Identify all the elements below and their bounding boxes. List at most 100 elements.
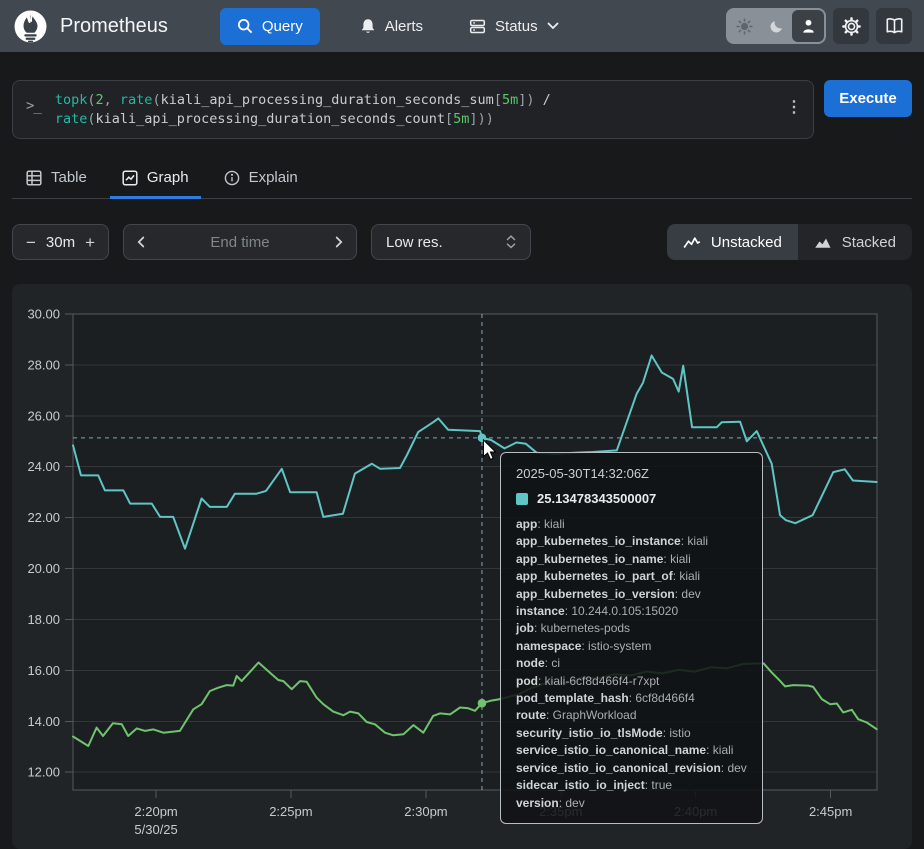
- query-token: rate: [120, 92, 153, 108]
- resolution-select[interactable]: Low res.: [371, 224, 531, 260]
- tooltip-value: 25.13478343500007: [537, 491, 656, 506]
- query-token: 5m: [453, 111, 469, 127]
- tooltip-label-row: pod_template_hash: 6cf8d466f4: [516, 690, 747, 707]
- query-token: [: [445, 111, 453, 127]
- theme-light-button[interactable]: [728, 10, 760, 42]
- query-expression-text: topk(2, rate(kiali_api_processing_durati…: [45, 81, 581, 138]
- query-token: rate: [55, 111, 88, 127]
- x-tick-label: 2:30pm: [404, 804, 447, 819]
- table-icon: [26, 170, 42, 186]
- y-tick-label: 16.00: [27, 663, 60, 678]
- end-time-forward-button[interactable]: [335, 236, 343, 248]
- theme-toggle-group: [726, 8, 826, 44]
- tooltip-timestamp: 2025-05-30T14:32:06Z: [516, 466, 747, 481]
- y-tick-label: 22.00: [27, 510, 60, 525]
- query-token: 5m: [502, 92, 518, 108]
- sun-icon: [736, 18, 753, 35]
- x-date-label: 5/30/25: [134, 822, 177, 837]
- query-token: topk: [55, 92, 88, 108]
- range-value[interactable]: 30m: [46, 234, 75, 251]
- tooltip-label-row: version: dev: [516, 795, 747, 812]
- x-tick-label: 2:25pm: [269, 804, 312, 819]
- range-decrease-button[interactable]: −: [26, 234, 36, 251]
- time-series-chart[interactable]: 30.0028.0026.0024.0022.0020.0018.0016.00…: [12, 284, 912, 849]
- graph-controls: − 30m + End time Low res.: [12, 224, 912, 260]
- tooltip-label-row: service_istio_io_canonical_name: kiali: [516, 742, 747, 759]
- nav-query-button[interactable]: Query: [220, 8, 320, 45]
- query-token: 2: [96, 92, 104, 108]
- person-icon: [801, 18, 816, 34]
- tooltip-label-row: job: kubernetes-pods: [516, 620, 747, 637]
- query-token: kiali_api_processing_duration_seconds_su…: [161, 92, 494, 108]
- select-chevrons-icon: [506, 235, 516, 249]
- chevron-left-icon: [137, 236, 145, 248]
- query-token: ): [526, 92, 542, 108]
- moon-icon: [769, 19, 784, 34]
- tab-table-label: Table: [51, 169, 87, 186]
- range-increase-button[interactable]: +: [85, 234, 95, 251]
- tab-explain[interactable]: Explain: [212, 161, 310, 198]
- query-token: ,: [104, 92, 120, 108]
- prometheus-logo-icon: [14, 10, 47, 43]
- y-tick-label: 28.00: [27, 357, 60, 372]
- y-tick-label: 24.00: [27, 459, 60, 474]
- tooltip-labels: app: kialiapp_kubernetes_io_instance: ki…: [516, 516, 747, 812]
- x-tick-label: 2:20pm: [134, 804, 177, 819]
- tooltip-label-row: sidecar_istio_io_inject: true: [516, 777, 747, 794]
- tooltip-label-row: service_istio_io_canonical_revision: dev: [516, 760, 747, 777]
- settings-button[interactable]: [833, 8, 869, 44]
- brand[interactable]: Prometheus: [14, 10, 168, 43]
- query-token: /: [543, 92, 551, 108]
- query-token: [: [494, 92, 502, 108]
- tab-table[interactable]: Table: [14, 161, 99, 198]
- tab-graph[interactable]: Graph: [110, 161, 201, 198]
- query-token: ]: [469, 111, 477, 127]
- book-icon: [885, 17, 904, 35]
- result-tabs: Table Graph Explain: [12, 161, 912, 199]
- tooltip-label-row: route: GraphWorkload: [516, 707, 747, 724]
- end-time-back-button[interactable]: [137, 236, 145, 248]
- end-time-input[interactable]: End time: [123, 224, 357, 260]
- graph-icon: [122, 170, 138, 186]
- nav-status-menu[interactable]: Status: [463, 17, 565, 36]
- nav-status-label: Status: [495, 18, 538, 35]
- query-token: kiali_api_processing_duration_seconds_co…: [96, 111, 446, 127]
- nav-alerts-label: Alerts: [385, 18, 423, 35]
- brand-title: Prometheus: [60, 15, 168, 38]
- tooltip-label-row: app_kubernetes_io_instance: kiali: [516, 533, 747, 550]
- stacked-button[interactable]: Stacked: [798, 224, 912, 260]
- tab-graph-label: Graph: [147, 169, 189, 186]
- y-tick-label: 26.00: [27, 408, 60, 423]
- query-token: (: [87, 111, 95, 127]
- range-stepper: − 30m +: [12, 224, 109, 260]
- nav-alerts-link[interactable]: Alerts: [354, 17, 429, 36]
- y-tick-label: 20.00: [27, 561, 60, 576]
- unstacked-label: Unstacked: [711, 234, 782, 251]
- query-expression-input[interactable]: >_ topk(2, rate(kiali_api_processing_dur…: [12, 80, 814, 139]
- tooltip-label-row: node: ci: [516, 655, 747, 672]
- stack-toggle-group: Unstacked Stacked: [667, 224, 912, 260]
- execute-button[interactable]: Execute: [824, 80, 912, 117]
- main-content: >_ topk(2, rate(kiali_api_processing_dur…: [0, 80, 924, 849]
- bell-icon: [360, 18, 376, 35]
- unstacked-button[interactable]: Unstacked: [667, 224, 798, 260]
- theme-dark-button[interactable]: [760, 10, 792, 42]
- hover-point-marker: [478, 699, 487, 708]
- top-navbar: Prometheus Query Alerts Status: [0, 0, 924, 52]
- tooltip-label-row: app_kubernetes_io_version: dev: [516, 586, 747, 603]
- query-options-kebab[interactable]: ⋮: [786, 98, 802, 118]
- search-icon: [237, 18, 253, 34]
- chevron-right-icon: [335, 236, 343, 248]
- query-token: (: [87, 92, 95, 108]
- y-tick-label: 12.00: [27, 765, 60, 780]
- tooltip-label-row: app: kiali: [516, 516, 747, 533]
- prompt-icon: >_: [13, 81, 45, 138]
- chevron-down-icon: [547, 22, 559, 30]
- docs-button[interactable]: [876, 8, 912, 44]
- nav-query-label: Query: [262, 18, 303, 35]
- tooltip-value-row: 25.13478343500007: [516, 491, 747, 506]
- theme-auto-button[interactable]: [792, 10, 824, 42]
- info-icon: [224, 170, 240, 186]
- server-icon: [469, 18, 486, 35]
- gear-icon: [842, 17, 861, 36]
